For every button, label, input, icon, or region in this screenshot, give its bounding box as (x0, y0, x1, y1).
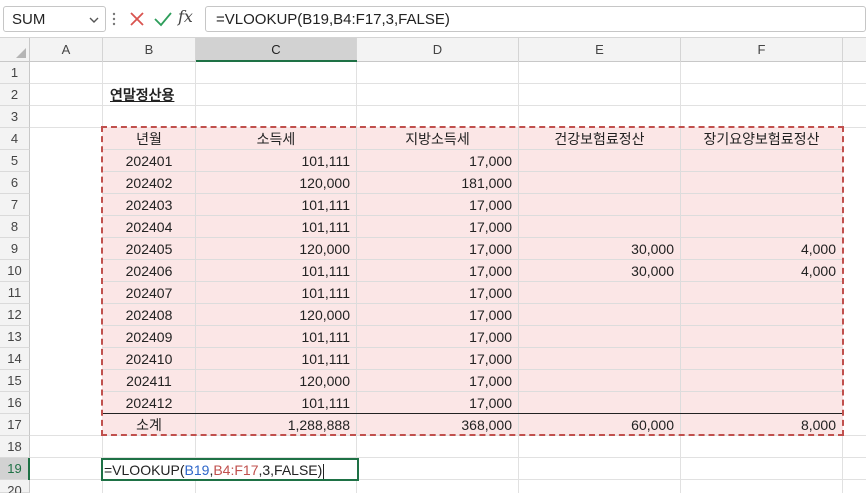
row-header-16[interactable]: 16 (0, 392, 30, 414)
column-header-bar: A B C D E F (0, 38, 866, 62)
formula-bar: SUM fx =VLOOKUP(B19,B4:F17,3,FALSE) (0, 0, 866, 38)
row-header-12[interactable]: 12 (0, 304, 30, 326)
formula-ref-cell: B19 (184, 462, 210, 478)
row-header-15[interactable]: 15 (0, 370, 30, 392)
formula-prefix: =VLOOKUP( (104, 462, 185, 478)
row-header-6[interactable]: 6 (0, 172, 30, 194)
column-header-b[interactable]: B (103, 38, 196, 62)
row-header-7[interactable]: 7 (0, 194, 30, 216)
column-header-d[interactable]: D (357, 38, 519, 62)
select-all-icon (16, 48, 26, 58)
row-header-2[interactable]: 2 (0, 84, 30, 106)
row-header-11[interactable]: 11 (0, 282, 30, 304)
more-options-icon[interactable] (111, 10, 117, 28)
formula-ref-range: B4:F17 (213, 462, 259, 478)
selected-column-indicator (196, 60, 357, 62)
selected-row-indicator (28, 458, 30, 480)
cancel-icon[interactable] (128, 10, 146, 28)
row-header-3[interactable]: 3 (0, 106, 30, 128)
row-header-13[interactable]: 13 (0, 326, 30, 348)
row-header-20[interactable]: 20 (0, 480, 30, 493)
confirm-icon[interactable] (153, 10, 173, 28)
row-header-8[interactable]: 8 (0, 216, 30, 238)
column-header-e[interactable]: E (519, 38, 681, 62)
name-box-value: SUM (12, 11, 46, 28)
edit-cell-formula: =VLOOKUP(B19,B4:F17,3,FALSE) (104, 461, 325, 479)
active-edit-cell[interactable]: =VLOOKUP(B19,B4:F17,3,FALSE) (101, 458, 359, 481)
insert-function-icon[interactable]: fx (178, 7, 200, 29)
row-header-14[interactable]: 14 (0, 348, 30, 370)
row-header-5[interactable]: 5 (0, 150, 30, 172)
chevron-down-icon[interactable] (88, 14, 100, 26)
column-header-a[interactable]: A (30, 38, 103, 62)
formula-input[interactable]: =VLOOKUP(B19,B4:F17,3,FALSE) (205, 6, 866, 32)
row-header-1[interactable]: 1 (0, 62, 30, 84)
row-header-4[interactable]: 4 (0, 128, 30, 150)
text-caret (323, 463, 325, 479)
column-header-c[interactable]: C (196, 38, 357, 62)
select-all-corner[interactable] (0, 38, 30, 62)
range-reference-border (101, 126, 844, 436)
row-header-19[interactable]: 19 (0, 458, 30, 480)
name-box[interactable]: SUM (3, 6, 106, 32)
row-header-18[interactable]: 18 (0, 436, 30, 458)
formula-text: =VLOOKUP(B19,B4:F17,3,FALSE) (216, 11, 450, 28)
row-header-9[interactable]: 9 (0, 238, 30, 260)
row-header-17[interactable]: 17 (0, 414, 30, 436)
column-header-f[interactable]: F (681, 38, 843, 62)
column-header-g[interactable] (843, 38, 866, 62)
formula-rest: ,3,FALSE) (258, 462, 323, 478)
sheet-title[interactable]: 연말정산용 (110, 84, 174, 106)
row-header-10[interactable]: 10 (0, 260, 30, 282)
